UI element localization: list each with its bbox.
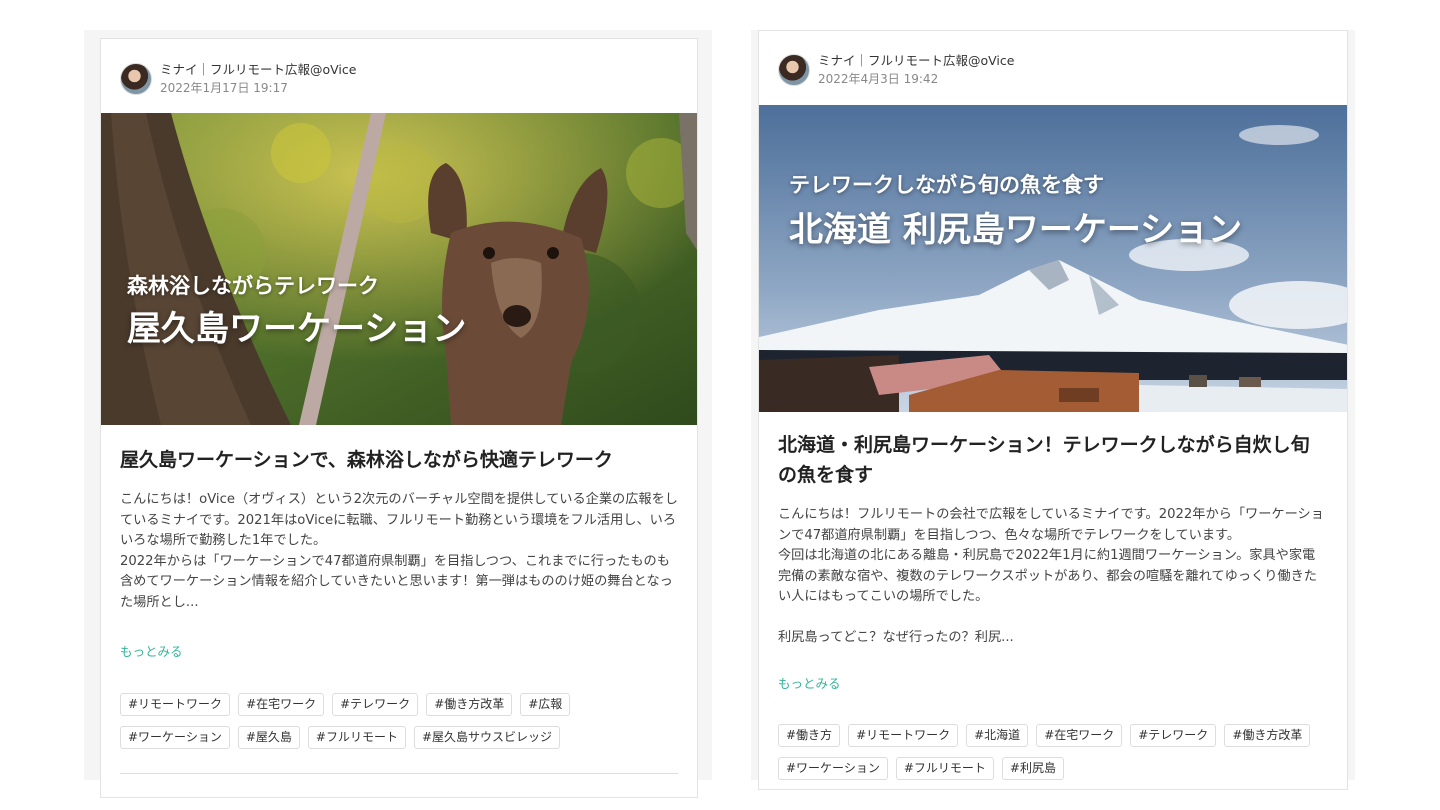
hero-image-rishiri[interactable]: テレワークしながら旬の魚を食す 北海道 利尻島ワーケーション [759,105,1347,412]
tag[interactable]: #北海道 [966,724,1029,747]
excerpt-paragraph [778,608,1328,629]
hero-kicker: 森林浴しながらテレワーク [127,274,379,298]
post-excerpt: こんにちは！oVice（オヴィス）という2次元のバーチャル空間を提供している企業… [120,490,678,613]
snow-mountain-illustration [759,105,1347,412]
post-date: 2022年1月17日 19:17 [160,81,288,95]
hero-image-yakushima[interactable]: 森林浴しながらテレワーク 屋久島ワーケーション [101,113,697,425]
tag[interactable]: #屋久島サウスビレッジ [413,726,561,749]
post-date: 2022年4月3日 19:42 [818,72,939,86]
tag[interactable]: #テレワーク [332,693,419,716]
tag[interactable]: #屋久島 [237,726,300,749]
tag-list: #リモートワーク #在宅ワーク #テレワーク #働き方改革 #広報 #ワーケーシ… [120,693,678,749]
read-more-link[interactable]: もっとみる [778,673,841,692]
tag[interactable]: #働き方 [778,724,841,747]
post-header: ミナイ｜フルリモート広報@oVice 2022年1月17日 19:17 [120,61,356,97]
avatar[interactable] [120,63,152,95]
hero-kicker: テレワークしながら旬の魚を食す [789,173,1104,197]
hero-title: 屋久島ワーケーション [127,309,467,349]
post-title[interactable]: 屋久島ワーケーションで、森林浴しながら快適テレワーク [120,445,678,475]
avatar[interactable] [778,54,810,86]
tag[interactable]: #ワーケーション [778,757,888,780]
excerpt-paragraph: 2022年からは「ワーケーションで47都道府県制覇」を目指しつつ、これまでに行っ… [120,553,673,610]
tag[interactable]: #リモートワーク [120,693,231,716]
excerpt-paragraph: 利尻島ってどこ？なぜ行ったの？利尻... [778,630,1014,645]
post-panel-rishiri: ミナイ｜フルリモート広報@oVice 2022年4月3日 19:42 テレワーク… [751,30,1355,790]
author-name[interactable]: ミナイ｜フルリモート広報@oVice [818,52,1014,70]
tag[interactable]: #広報 [520,693,571,716]
post-title[interactable]: 北海道・利尻島ワーケーション！テレワークしながら自炊し旬の魚を食す [778,430,1328,490]
post-header: ミナイ｜フルリモート広報@oVice 2022年4月3日 19:42 [778,52,1014,88]
tag[interactable]: #フルリモート [895,757,994,780]
post-panel-yakushima: ミナイ｜フルリモート広報@oVice 2022年1月17日 19:17 森林浴し… [84,30,712,798]
excerpt-paragraph: こんにちは！フルリモートの会社で広報をしているミナイです。2022年から「ワーケ… [778,507,1324,543]
forest-deer-illustration [101,113,697,425]
tag[interactable]: #在宅ワーク [238,693,325,716]
excerpt-paragraph: 今回は北海道の北にある離島・利尻島で2022年1月に約1週間ワーケーション。家具… [778,548,1317,604]
post-card-rishiri[interactable]: ミナイ｜フルリモート広報@oVice 2022年4月3日 19:42 テレワーク… [758,30,1348,790]
hero-title: 北海道 利尻島ワーケーション [789,210,1243,250]
tag-list: #働き方 #リモートワーク #北海道 #在宅ワーク #テレワーク #働き方改革 … [778,724,1328,780]
tag[interactable]: #フルリモート [307,726,406,749]
tag[interactable]: #リモートワーク [848,724,959,747]
tag[interactable]: #ワーケーション [120,726,230,749]
author-name[interactable]: ミナイ｜フルリモート広報@oVice [160,61,356,79]
post-excerpt: こんにちは！フルリモートの会社で広報をしているミナイです。2022年から「ワーケ… [778,505,1328,649]
tag[interactable]: #テレワーク [1130,724,1217,747]
divider [120,773,678,774]
tag[interactable]: #働き方改革 [1224,724,1311,747]
excerpt-paragraph: こんにちは！oVice（オヴィス）という2次元のバーチャル空間を提供している企業… [120,492,678,548]
tag[interactable]: #利尻島 [1001,757,1064,780]
tag[interactable]: #在宅ワーク [1036,724,1123,747]
read-more-link[interactable]: もっとみる [120,641,183,660]
tag[interactable]: #働き方改革 [426,693,513,716]
post-card-yakushima[interactable]: ミナイ｜フルリモート広報@oVice 2022年1月17日 19:17 森林浴し… [100,38,698,798]
